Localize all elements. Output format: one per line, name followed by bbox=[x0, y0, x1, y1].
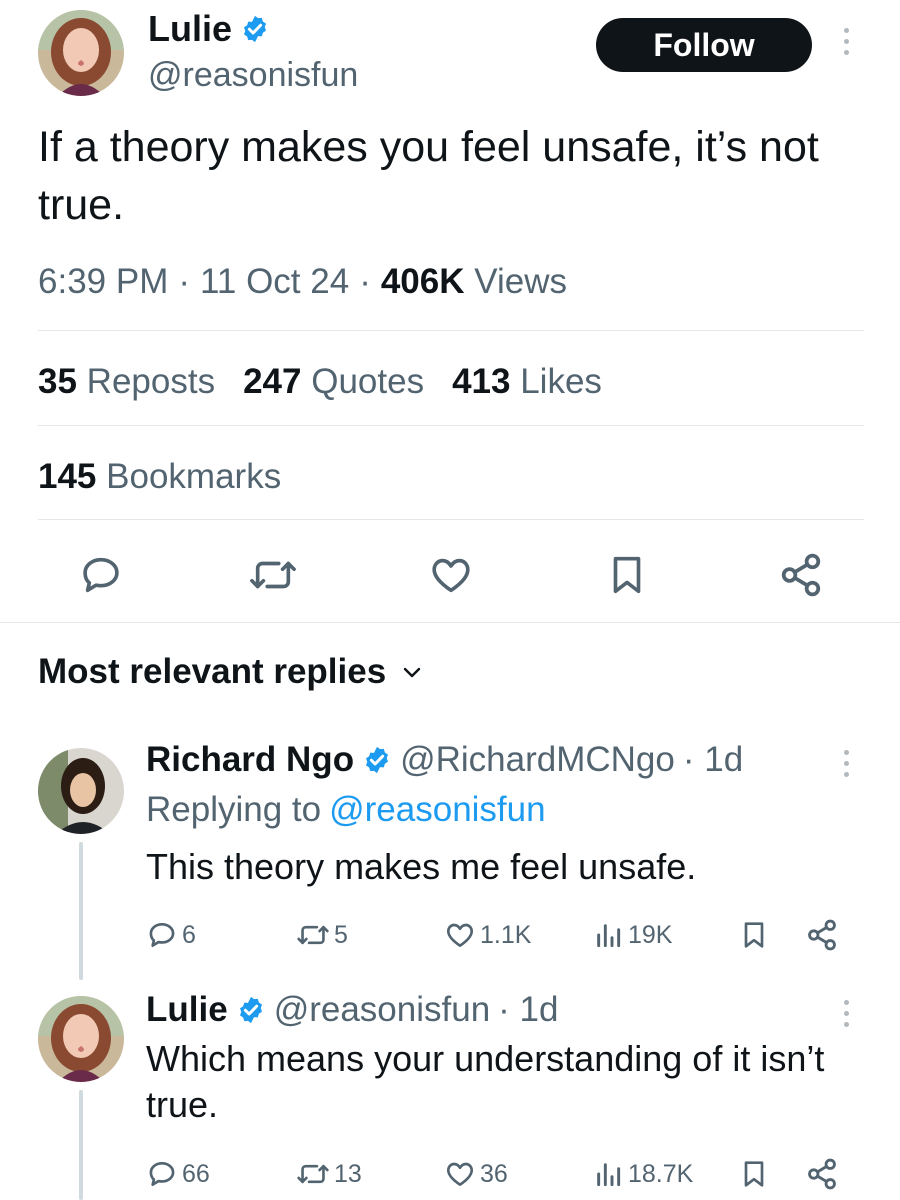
verified-badge-icon bbox=[244, 15, 267, 43]
reply-icon[interactable] bbox=[78, 552, 124, 598]
divider bbox=[38, 330, 864, 331]
views-stat: 406K Views bbox=[381, 262, 567, 302]
reply-age[interactable]: · 1d bbox=[683, 740, 743, 780]
views-count: 406K bbox=[380, 262, 465, 301]
like-count: 1.1K bbox=[480, 920, 532, 949]
thread-line bbox=[79, 842, 83, 980]
more-options-icon[interactable] bbox=[840, 1000, 852, 1027]
reply-author-handle[interactable]: @reasonisfun bbox=[274, 990, 490, 1030]
reply-likes[interactable]: 1.1K bbox=[444, 915, 531, 955]
author-avatar[interactable] bbox=[38, 10, 124, 96]
tweet-date[interactable]: 11 Oct 24 bbox=[200, 262, 349, 302]
bookmark-icon bbox=[744, 922, 764, 948]
engagement-stats: 35 Reposts 247 Quotes 413 Likes bbox=[38, 362, 602, 402]
tweet-text: If a theory makes you feel unsafe, it’s … bbox=[38, 123, 819, 229]
tweet-time[interactable]: 6:39 PM bbox=[38, 262, 168, 302]
reply-author-name[interactable]: Richard Ngo bbox=[146, 740, 354, 780]
reply-reposts[interactable]: 13 bbox=[296, 1154, 362, 1194]
share-icon bbox=[808, 919, 836, 951]
reply-icon bbox=[149, 1162, 175, 1186]
replying-to: Replying to @reasonisfun bbox=[146, 790, 546, 830]
like-icon bbox=[446, 923, 474, 947]
reply-share[interactable] bbox=[804, 1154, 840, 1194]
share-icon bbox=[808, 1158, 836, 1190]
reply-header: Lulie @reasonisfun · 1d bbox=[146, 990, 558, 1030]
author-name-text[interactable]: Lulie bbox=[148, 8, 232, 50]
repost-count: 13 bbox=[334, 1159, 362, 1188]
quotes-count: 247 bbox=[243, 362, 302, 401]
more-options-icon[interactable] bbox=[840, 750, 852, 777]
repost-icon[interactable] bbox=[248, 552, 298, 598]
reposts-label: Reposts bbox=[86, 362, 216, 401]
reply-author-handle[interactable]: @RichardMCNgo bbox=[400, 740, 675, 780]
share-icon[interactable] bbox=[776, 550, 826, 600]
reply-avatar[interactable] bbox=[38, 748, 124, 834]
bookmarks-count: 145 bbox=[38, 457, 97, 496]
likes-count: 413 bbox=[452, 362, 511, 401]
bookmarks-stats: 145 Bookmarks bbox=[38, 457, 281, 497]
repost-icon bbox=[297, 1164, 329, 1184]
author-handle[interactable]: @reasonisfun bbox=[148, 56, 358, 95]
reply-age[interactable]: · 1d bbox=[498, 990, 558, 1030]
bookmarks-label: Bookmarks bbox=[106, 457, 282, 496]
bookmark-icon[interactable] bbox=[604, 552, 650, 598]
replying-to-label: Replying to bbox=[146, 790, 322, 829]
reply-bookmark[interactable] bbox=[738, 1154, 770, 1194]
view-count: 18.7K bbox=[628, 1159, 694, 1188]
divider bbox=[38, 519, 864, 520]
meta-separator: · bbox=[359, 262, 371, 301]
section-divider bbox=[0, 622, 900, 623]
reply-bookmark[interactable] bbox=[738, 915, 770, 955]
meta-separator: · bbox=[178, 262, 191, 301]
follow-button[interactable]: Follow bbox=[596, 18, 812, 72]
like-icon[interactable] bbox=[428, 552, 474, 598]
tweet-meta: 6:39 PM · 11 Oct 24 · 406K Views bbox=[38, 262, 567, 302]
thread-line bbox=[79, 1090, 83, 1200]
views-label: Views bbox=[474, 262, 567, 301]
reply-reposts[interactable]: 5 bbox=[296, 915, 348, 955]
reply-text: This theory makes me feel unsafe. bbox=[146, 846, 697, 887]
reposts-count: 35 bbox=[38, 362, 77, 401]
author-name[interactable]: Lulie bbox=[148, 8, 270, 50]
reply-views[interactable]: 19K bbox=[592, 915, 672, 955]
reposts-stat[interactable]: 35 Reposts bbox=[38, 362, 215, 402]
replies-sort-label: Most relevant replies bbox=[38, 652, 387, 691]
reply-count: 6 bbox=[182, 920, 196, 949]
view-count: 19K bbox=[628, 920, 673, 949]
reply-author-name[interactable]: Lulie bbox=[146, 990, 228, 1030]
views-icon bbox=[597, 1163, 621, 1187]
quotes-stat[interactable]: 247 Quotes bbox=[243, 362, 424, 402]
verified-badge-icon bbox=[239, 996, 262, 1024]
reply-text: Which means your understanding of it isn… bbox=[146, 1038, 825, 1125]
like-count: 36 bbox=[480, 1159, 508, 1188]
like-icon bbox=[446, 1162, 474, 1186]
repost-icon bbox=[297, 925, 329, 945]
reply-likes[interactable]: 36 bbox=[444, 1154, 508, 1194]
divider bbox=[38, 425, 864, 426]
likes-label: Likes bbox=[520, 362, 602, 401]
replies-sort-dropdown[interactable]: Most relevant replies bbox=[38, 652, 424, 692]
reply-views[interactable]: 18.7K bbox=[592, 1154, 693, 1194]
reply-actions: 66 13 36 18.7K bbox=[146, 1154, 846, 1194]
verified-badge-icon bbox=[366, 746, 389, 774]
repost-count: 5 bbox=[334, 920, 348, 949]
reply-actions: 6 5 1.1K 19K bbox=[146, 915, 846, 955]
reply-count: 66 bbox=[182, 1159, 210, 1188]
reply-share[interactable] bbox=[804, 915, 840, 955]
reply-icon bbox=[149, 923, 175, 947]
chevron-down-icon bbox=[404, 667, 421, 678]
bookmarks-stat[interactable]: 145 Bookmarks bbox=[38, 457, 281, 497]
replying-to-handle[interactable]: @reasonisfun bbox=[329, 790, 545, 830]
reply-replies[interactable]: 66 bbox=[146, 1154, 210, 1194]
reply-header: Richard Ngo @RichardMCNgo · 1d bbox=[146, 740, 743, 780]
views-icon bbox=[597, 924, 621, 948]
reply-avatar[interactable] bbox=[38, 996, 124, 1082]
bookmark-icon bbox=[744, 1161, 764, 1187]
likes-stat[interactable]: 413 Likes bbox=[452, 362, 602, 402]
more-options-icon[interactable] bbox=[840, 28, 852, 55]
reply-replies[interactable]: 6 bbox=[146, 915, 196, 955]
quotes-label: Quotes bbox=[311, 362, 425, 401]
